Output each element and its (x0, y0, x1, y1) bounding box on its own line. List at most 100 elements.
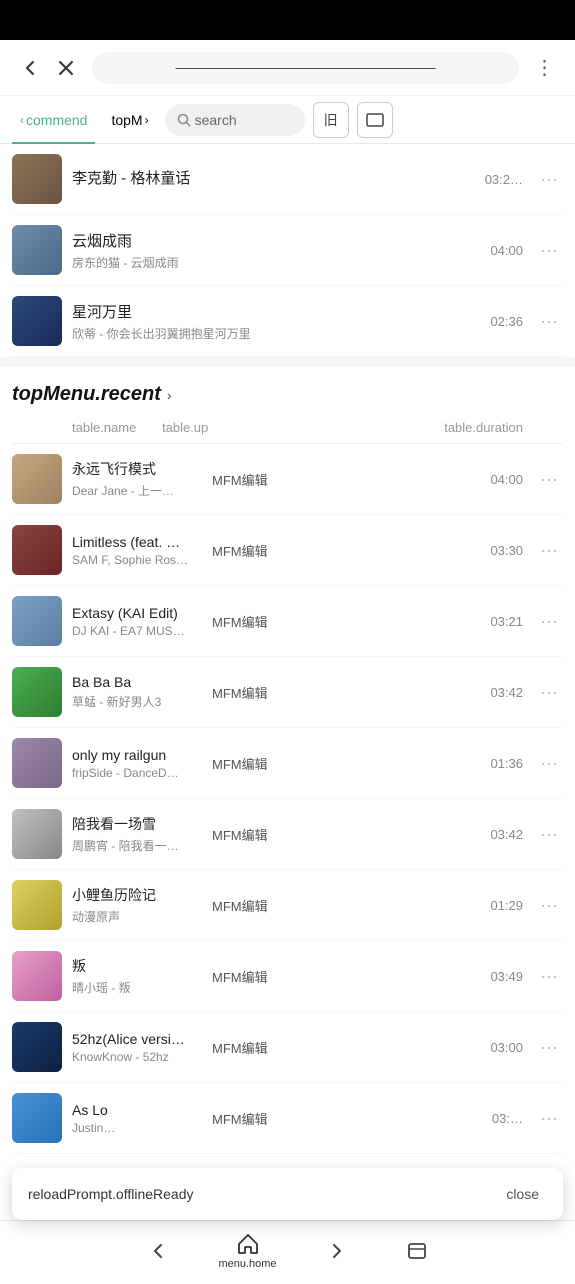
nav-prev-button[interactable] (138, 1231, 178, 1271)
song-thumbnail (12, 1093, 62, 1143)
offline-toast-text: reloadPrompt.offlineReady (28, 1186, 498, 1202)
song-thumbnail (12, 596, 62, 646)
song-artist: 动漫原声 (72, 908, 212, 925)
song-uploader: MFM编辑 (212, 612, 490, 631)
song-more-button[interactable]: ··· (535, 536, 563, 564)
recent-song-item[interactable]: Limitless (feat. … SAM F, Sophie Ros… MF… (12, 515, 563, 586)
chevron-left-icon: ‹ (20, 113, 24, 127)
song-artist: 房东的猫 - 云烟成雨 (72, 254, 490, 271)
more-button[interactable]: ⋮ (527, 50, 563, 86)
song-more-button[interactable]: ··· (535, 678, 563, 706)
song-item[interactable]: 李克勤 - 格林童话 03:2… ··· (12, 144, 563, 215)
song-more-button[interactable]: ··· (535, 749, 563, 777)
song-thumbnail (12, 951, 62, 1001)
recent-song-item[interactable]: Ba Ba Ba 草蜢 - 新好男人3 MFM编辑 03:42 ··· (12, 657, 563, 728)
song-artist: KnowKnow - 52hz (72, 1050, 212, 1064)
song-more-button[interactable]: ··· (535, 307, 563, 335)
song-title: 云烟成雨 (72, 230, 490, 251)
song-duration: 04:00 (490, 243, 523, 258)
home-button[interactable]: menu.home (218, 1232, 276, 1270)
song-thumbnail (12, 738, 62, 788)
nav-tab-button[interactable] (397, 1231, 437, 1271)
home-label: menu.home (218, 1258, 276, 1270)
close-button[interactable] (48, 50, 84, 86)
song-artist: 周鹏宵 - 陪我看一… (72, 837, 212, 854)
back-button[interactable] (12, 50, 48, 86)
song-title: As Lo (72, 1102, 212, 1118)
tab-commend[interactable]: ‹ commend (12, 102, 95, 138)
offline-close-button[interactable]: close (498, 1182, 547, 1206)
screen-icon (366, 113, 384, 127)
old-icon-button[interactable]: 旧 (313, 102, 349, 138)
old-icon: 旧 (324, 110, 338, 130)
search-tab-label: search (195, 112, 237, 128)
song-more-button[interactable]: ··· (535, 465, 563, 493)
song-title: 李克勤 - 格林童话 (72, 167, 485, 188)
song-title: Extasy (KAI Edit) (72, 605, 212, 621)
song-title: 小鲤鱼历险记 (72, 885, 212, 905)
song-info: 星河万里 欣蒂 - 你会长出羽翼拥抱星河万里 (72, 301, 490, 342)
song-more-button[interactable]: ··· (535, 1033, 563, 1061)
recent-song-info: 永远飞行模式 Dear Jane - 上一… (72, 459, 212, 499)
song-duration: 01:29 (490, 898, 523, 913)
song-more-button[interactable]: ··· (535, 607, 563, 635)
screen-icon-button[interactable] (357, 102, 393, 138)
table-header: table.name table.up table.duration (12, 414, 563, 444)
song-item[interactable]: 星河万里 欣蒂 - 你会长出羽翼拥抱星河万里 02:36 ··· (12, 286, 563, 357)
recent-song-item[interactable]: 永远飞行模式 Dear Jane - 上一… MFM编辑 04:00 ··· (12, 444, 563, 515)
song-thumbnail (12, 154, 62, 204)
song-uploader: MFM编辑 (212, 683, 490, 702)
tab-commend-label: commend (26, 112, 87, 128)
recent-song-item[interactable]: Extasy (KAI Edit) DJ KAI - EA7 MUS… MFM编… (12, 586, 563, 657)
song-title: 52hz(Alice versi… (72, 1031, 212, 1047)
song-title: only my railgun (72, 747, 212, 763)
search-tab[interactable]: search (165, 104, 305, 136)
recent-song-info: only my railgun fripSide - DanceD… (72, 747, 212, 780)
content-scroll: 李克勤 - 格林童话 03:2… ··· 云烟成雨 房东的猫 - 云烟成雨 04… (0, 144, 575, 1284)
song-artist: Dear Jane - 上一… (72, 482, 212, 499)
song-more-button[interactable]: ··· (535, 1104, 563, 1132)
recent-song-item[interactable]: 叛 晴小瑶 - 叛 MFM编辑 03:49 ··· (12, 941, 563, 1012)
recent-song-info: 陪我看一场雪 周鹏宵 - 陪我看一… (72, 814, 212, 854)
song-duration: 03:2… (485, 172, 523, 187)
song-uploader: MFM编辑 (212, 541, 490, 560)
song-duration: 03:30 (490, 543, 523, 558)
song-uploader: MFM编辑 (212, 1038, 490, 1057)
song-more-button[interactable]: ··· (535, 820, 563, 848)
song-duration: 03:49 (490, 969, 523, 984)
song-duration: 04:00 (490, 472, 523, 487)
status-bar (0, 0, 575, 40)
song-artist: 欣蒂 - 你会长出羽翼拥抱星河万里 (72, 325, 490, 342)
recent-song-item[interactable]: As Lo Justin… MFM编辑 03:… ··· (12, 1083, 563, 1154)
offline-toast: reloadPrompt.offlineReady close (12, 1168, 563, 1220)
song-thumbnail (12, 1022, 62, 1072)
song-title: Ba Ba Ba (72, 674, 212, 690)
url-bar[interactable]: ———————————————————— (92, 52, 519, 84)
nav-bar: ———————————————————— ⋮ (0, 40, 575, 96)
recent-song-info: Ba Ba Ba 草蜢 - 新好男人3 (72, 674, 212, 710)
song-title: Limitless (feat. … (72, 534, 212, 550)
recent-chevron-icon[interactable]: › (167, 387, 172, 403)
tab-topmenu-label: topM (111, 112, 142, 128)
song-thumbnail (12, 296, 62, 346)
song-more-button[interactable]: ··· (535, 165, 563, 193)
song-thumbnail (12, 454, 62, 504)
song-uploader: MFM编辑 (212, 1109, 492, 1128)
recent-song-item[interactable]: 小鲤鱼历险记 动漫原声 MFM编辑 01:29 ··· (12, 870, 563, 941)
recent-song-item[interactable]: only my railgun fripSide - DanceD… MFM编辑… (12, 728, 563, 799)
song-more-button[interactable]: ··· (535, 962, 563, 990)
song-duration: 03:00 (490, 1040, 523, 1055)
song-item[interactable]: 云烟成雨 房东的猫 - 云烟成雨 04:00 ··· (12, 215, 563, 286)
url-text: ———————————————————— (104, 60, 507, 75)
recent-song-info: 叛 晴小瑶 - 叛 (72, 956, 212, 996)
song-duration: 03:42 (490, 685, 523, 700)
song-more-button[interactable]: ··· (535, 891, 563, 919)
tab-topmenu[interactable]: topM › (103, 102, 156, 138)
recent-song-info: As Lo Justin… (72, 1102, 212, 1135)
recent-song-item[interactable]: 陪我看一场雪 周鹏宵 - 陪我看一… MFM编辑 03:42 ··· (12, 799, 563, 870)
th-duration: table.duration (444, 420, 523, 435)
song-more-button[interactable]: ··· (535, 236, 563, 264)
nav-next-button[interactable] (317, 1231, 357, 1271)
recent-song-item[interactable]: 52hz(Alice versi… KnowKnow - 52hz MFM编辑 … (12, 1012, 563, 1083)
song-uploader: MFM编辑 (212, 825, 490, 844)
